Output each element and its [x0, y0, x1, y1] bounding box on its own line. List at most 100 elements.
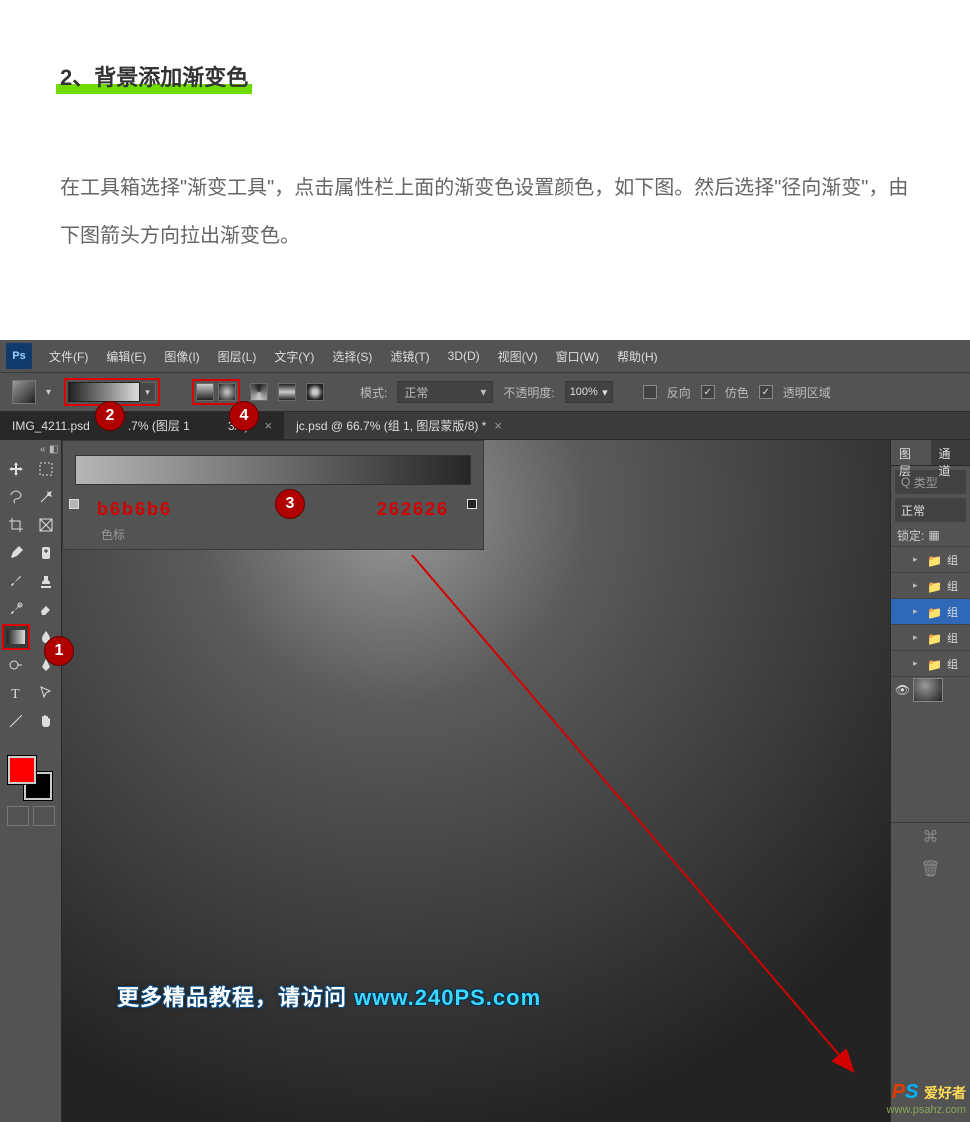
- corner-url: www.psahz.com: [887, 1104, 966, 1116]
- history-brush-tool[interactable]: [2, 596, 30, 622]
- gradient-editor-popup: b6b6b6 262626 色标: [62, 440, 484, 550]
- path-selection-tool[interactable]: [32, 680, 60, 706]
- background-layer-row[interactable]: 👁: [891, 676, 970, 702]
- section-heading: 2、背景添加渐变色: [60, 60, 248, 92]
- canvas[interactable]: b6b6b6 262626 色标 更多精品教程，请访问 www.240PS.co…: [62, 440, 890, 1122]
- folder-icon: 📁: [927, 658, 943, 670]
- opacity-dropdown[interactable]: 100% ▾: [565, 381, 613, 403]
- visibility-icon[interactable]: [895, 605, 909, 619]
- menu-window[interactable]: 窗口(W): [547, 348, 608, 365]
- angle-gradient-button[interactable]: [250, 383, 268, 401]
- layer-thumbnail: [913, 678, 943, 702]
- annotation-marker-2: 2: [96, 402, 124, 430]
- lock-controls: 锁定: ▦: [891, 524, 970, 546]
- layer-name: 组: [947, 604, 966, 620]
- reverse-label: 反向: [667, 384, 691, 401]
- frame-tool[interactable]: [32, 512, 60, 538]
- stamp-tool[interactable]: [32, 568, 60, 594]
- gradient-dropdown-arrow-icon[interactable]: ▾: [140, 382, 156, 402]
- expand-icon[interactable]: ▸: [913, 632, 923, 643]
- opacity-value: 100%: [570, 386, 598, 398]
- transparency-label: 透明区域: [783, 384, 831, 401]
- gradient-tool[interactable]: [2, 624, 30, 650]
- layers-tab[interactable]: 图层: [891, 440, 931, 465]
- tab-label: IMG_4211.psd: [12, 419, 90, 433]
- menu-bar: Ps 文件(F) 编辑(E) 图像(I) 图层(L) 文字(Y) 选择(S) 滤…: [0, 340, 970, 372]
- layer-group-row[interactable]: ▸📁组: [891, 546, 970, 572]
- link-icon[interactable]: ⌘: [923, 827, 939, 847]
- dodge-tool[interactable]: [2, 652, 30, 678]
- document-tab-2[interactable]: jc.psd @ 66.7% (组 1, 图层蒙版/8) * ×: [284, 411, 514, 440]
- line-tool[interactable]: [2, 708, 30, 734]
- blend-mode-value: 正常: [901, 502, 925, 519]
- transparency-checkbox[interactable]: [759, 385, 773, 399]
- menu-view[interactable]: 视图(V): [489, 348, 547, 365]
- brush-tool[interactable]: [2, 568, 30, 594]
- close-icon[interactable]: ×: [494, 418, 502, 433]
- close-icon[interactable]: ×: [265, 418, 273, 433]
- dither-label: 仿色: [725, 384, 749, 401]
- layers-panel: 图层 通道 Q 类型 正常 锁定: ▦ ▸📁组 ▸📁组 ▸📁组 ▸📁组 ▸📁组 …: [890, 440, 970, 1122]
- corner-zh: 爱好者: [924, 1085, 966, 1101]
- reverse-checkbox[interactable]: [643, 385, 657, 399]
- screen-mode-button[interactable]: [33, 806, 55, 826]
- trash-icon[interactable]: 🗑: [920, 859, 940, 879]
- quick-mask-button[interactable]: [7, 806, 29, 826]
- menu-help[interactable]: 帮助(H): [608, 348, 667, 365]
- reflected-gradient-button[interactable]: [278, 383, 296, 401]
- current-tool-indicator[interactable]: [12, 380, 36, 404]
- visibility-icon[interactable]: [895, 631, 909, 645]
- menu-file[interactable]: 文件(F): [40, 348, 97, 365]
- expand-icon[interactable]: ▸: [913, 606, 923, 617]
- eraser-tool[interactable]: [32, 596, 60, 622]
- color-stop-left[interactable]: [69, 499, 79, 509]
- layer-group-row[interactable]: ▸📁组: [891, 624, 970, 650]
- visibility-icon[interactable]: [895, 579, 909, 593]
- lasso-tool[interactable]: [2, 484, 30, 510]
- expand-icon[interactable]: ▸: [913, 580, 923, 591]
- left-color-hex: b6b6b6: [97, 499, 172, 520]
- type-tool[interactable]: T: [2, 680, 30, 706]
- linear-gradient-button[interactable]: [196, 383, 214, 401]
- crop-tool[interactable]: [2, 512, 30, 538]
- chevron-down-icon: ▾: [602, 386, 608, 399]
- visibility-icon[interactable]: 👁: [895, 683, 909, 697]
- layer-group-row[interactable]: ▸📁组: [891, 650, 970, 676]
- blend-mode-select[interactable]: 正常: [895, 498, 966, 522]
- diamond-gradient-button[interactable]: [306, 383, 324, 401]
- menu-layer[interactable]: 图层(L): [209, 348, 266, 365]
- color-stop-right[interactable]: [467, 499, 477, 509]
- layer-group-row[interactable]: ▸📁组: [891, 598, 970, 624]
- blend-mode-dropdown[interactable]: 正常 ▾: [397, 381, 493, 403]
- workspace: «◧ T: [0, 440, 970, 1122]
- radial-gradient-button[interactable]: [218, 383, 236, 401]
- channels-tab[interactable]: 通道: [931, 440, 970, 465]
- hand-tool[interactable]: [32, 708, 60, 734]
- healing-tool[interactable]: [32, 540, 60, 566]
- dither-checkbox[interactable]: [701, 385, 715, 399]
- menu-edit[interactable]: 编辑(E): [97, 348, 155, 365]
- layer-name: 组: [947, 578, 966, 594]
- move-tool[interactable]: [2, 456, 30, 482]
- menu-text[interactable]: 文字(Y): [265, 348, 323, 365]
- layer-group-row[interactable]: ▸📁组: [891, 572, 970, 598]
- color-swatches[interactable]: [8, 756, 52, 800]
- eyedropper-tool[interactable]: [2, 540, 30, 566]
- menu-3d[interactable]: 3D(D): [439, 349, 489, 363]
- magic-wand-tool[interactable]: [32, 484, 60, 510]
- menu-image[interactable]: 图像(I): [155, 348, 208, 365]
- menu-filter[interactable]: 滤镜(T): [381, 348, 438, 365]
- expand-icon[interactable]: ▸: [913, 658, 923, 669]
- foreground-color-swatch[interactable]: [8, 756, 36, 784]
- right-color-hex: 262626: [377, 499, 449, 520]
- tool-preset-arrow-icon[interactable]: ▾: [46, 387, 54, 398]
- visibility-icon[interactable]: [895, 553, 909, 567]
- annotation-marker-1: 1: [45, 637, 73, 665]
- marquee-tool[interactable]: [32, 456, 60, 482]
- panel-grabber[interactable]: «◧: [2, 444, 59, 452]
- expand-icon[interactable]: ▸: [913, 554, 923, 565]
- visibility-icon[interactable]: [895, 657, 909, 671]
- lock-pixels-icon[interactable]: ▦: [928, 528, 939, 542]
- menu-select[interactable]: 选择(S): [323, 348, 381, 365]
- gradient-bar[interactable]: [75, 455, 471, 485]
